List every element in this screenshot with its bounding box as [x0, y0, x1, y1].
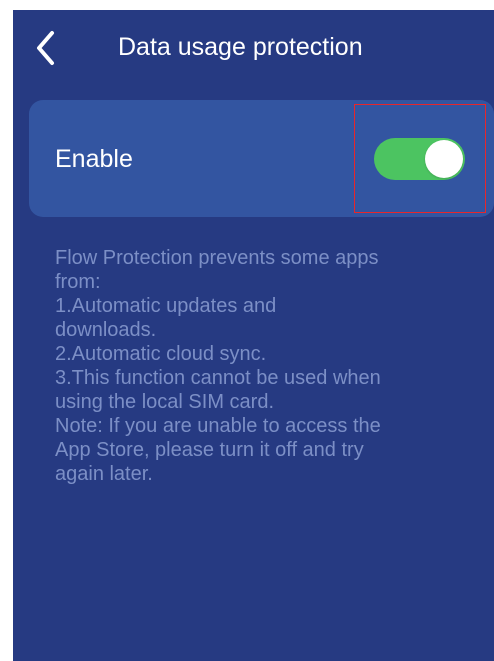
description-line: 2.Automatic cloud sync. [55, 343, 267, 365]
enable-setting-card: Enable [29, 100, 494, 217]
description-text: Flow Protection prevents some apps from:… [55, 246, 485, 486]
toggle-knob[interactable] [425, 140, 463, 178]
description-line: downloads. [55, 319, 157, 341]
description-line: from: [55, 271, 101, 293]
header-bar: Data usage protection [13, 10, 494, 86]
enable-label: Enable [55, 145, 133, 173]
description-line: App Store, please turn it off and try [55, 439, 364, 461]
description-line: 1.Automatic updates and [55, 295, 277, 317]
description-line: Note: If you are unable to access the [55, 415, 381, 437]
description-line: Flow Protection prevents some apps [55, 247, 379, 269]
description-line: 3.This function cannot be used when [55, 367, 381, 389]
back-button[interactable] [27, 24, 63, 72]
phone-screen: Data usage protection Enable Flow Protec… [13, 10, 494, 661]
page-title: Data usage protection [118, 33, 363, 61]
description-line: using the local SIM card. [55, 391, 274, 413]
chevron-left-icon [37, 31, 54, 65]
description-line: again later. [55, 463, 153, 485]
enable-toggle[interactable] [374, 138, 465, 180]
